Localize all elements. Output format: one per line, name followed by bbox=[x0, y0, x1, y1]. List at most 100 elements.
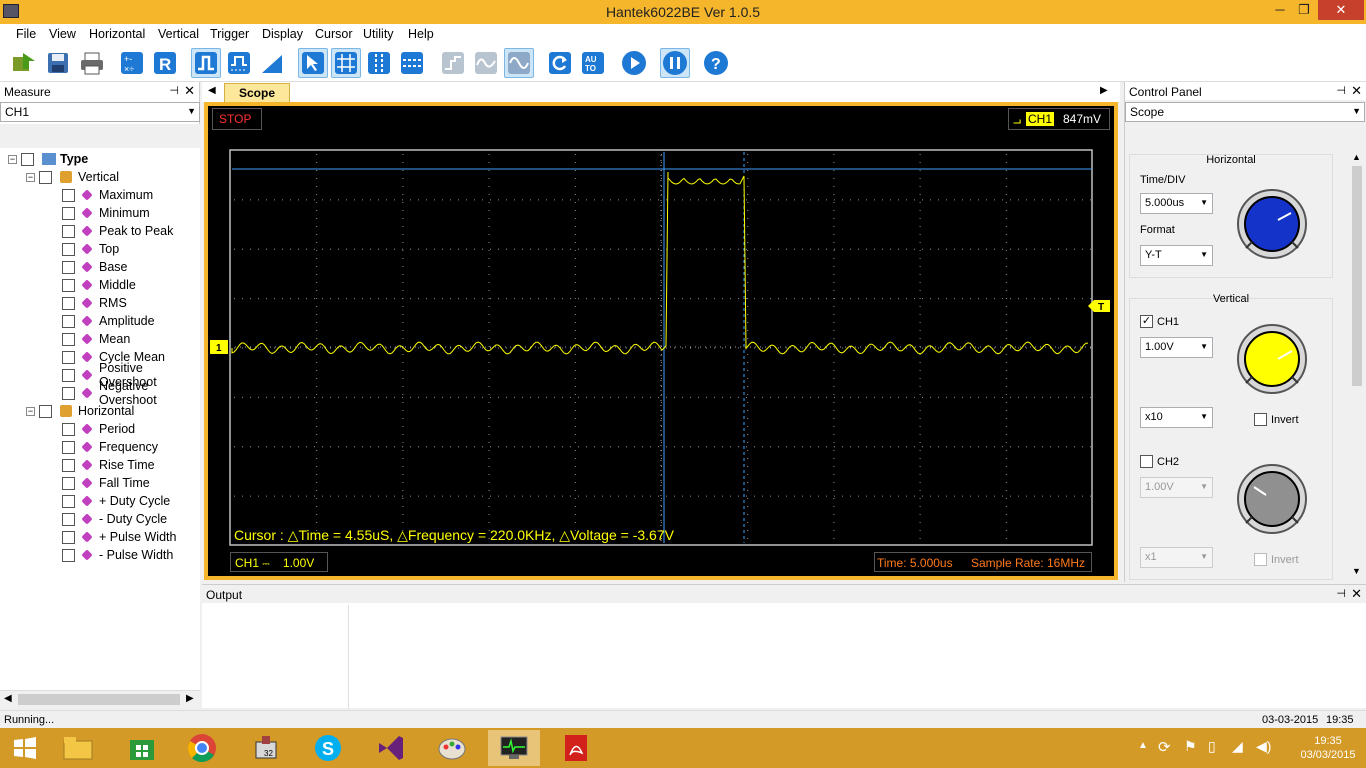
menu-trigger[interactable]: Trigger bbox=[210, 27, 249, 41]
tree-vertical-group[interactable]: − Vertical bbox=[26, 168, 119, 186]
pulse-trigger-icon[interactable] bbox=[224, 48, 254, 78]
checkbox[interactable] bbox=[62, 494, 75, 508]
start-icon[interactable] bbox=[0, 730, 50, 766]
checkbox[interactable] bbox=[62, 314, 75, 328]
measure-item[interactable]: Rise Time bbox=[62, 456, 155, 474]
ch1-toggle[interactable]: ✓ CH1 bbox=[1140, 315, 1179, 328]
close-icon[interactable]: ✕ bbox=[1351, 586, 1362, 602]
measure-item[interactable]: Base bbox=[62, 258, 128, 276]
ch2-invert-toggle[interactable]: Invert bbox=[1254, 553, 1299, 566]
cursor-select-icon[interactable] bbox=[298, 48, 328, 78]
pin-icon[interactable]: ⊣ bbox=[169, 84, 179, 97]
ch1-invert-toggle[interactable]: Invert bbox=[1254, 413, 1299, 426]
measure-item[interactable]: Maximum bbox=[62, 186, 153, 204]
open-icon[interactable] bbox=[9, 48, 39, 78]
checkbox[interactable] bbox=[62, 440, 75, 454]
tree-root[interactable]: − Type bbox=[8, 150, 88, 168]
ch2-probe-select[interactable]: x1 ▼ bbox=[1140, 547, 1213, 568]
checkbox[interactable] bbox=[62, 188, 75, 202]
visual-studio-icon[interactable] bbox=[364, 730, 416, 766]
checkbox[interactable] bbox=[39, 170, 52, 184]
tab-scroll-right-icon[interactable]: ▶ bbox=[1100, 85, 1108, 96]
auto-icon[interactable]: AU TO bbox=[578, 48, 608, 78]
checkbox[interactable] bbox=[62, 422, 75, 436]
control-mode-select[interactable]: Scope ▼ bbox=[1125, 102, 1365, 122]
chrome-icon[interactable] bbox=[176, 730, 228, 766]
checkbox[interactable] bbox=[62, 476, 75, 490]
slope-icon[interactable] bbox=[257, 48, 287, 78]
skype-icon[interactable]: S bbox=[302, 730, 354, 766]
measure-item[interactable]: Peak to Peak bbox=[62, 222, 173, 240]
help-icon[interactable]: ? bbox=[701, 48, 731, 78]
scroll-thumb[interactable] bbox=[18, 694, 180, 705]
sine-dim-icon[interactable] bbox=[471, 48, 501, 78]
checkbox[interactable] bbox=[39, 404, 52, 418]
horizontal-cursor-icon[interactable] bbox=[397, 48, 427, 78]
ch2-volt-select[interactable]: 1.00V ▼ bbox=[1140, 477, 1213, 498]
measure-item[interactable]: Frequency bbox=[62, 438, 158, 456]
print-icon[interactable] bbox=[77, 48, 107, 78]
measure-item[interactable]: Mean bbox=[62, 330, 130, 348]
checkbox[interactable] bbox=[62, 386, 75, 400]
reference-icon[interactable]: R bbox=[150, 48, 180, 78]
signal-icon[interactable]: ◢ bbox=[1232, 738, 1243, 755]
close-icon[interactable]: ✕ bbox=[184, 83, 195, 99]
paint-icon[interactable] bbox=[426, 730, 478, 766]
checkbox[interactable] bbox=[62, 458, 75, 472]
flag-icon[interactable]: ⚑ bbox=[1184, 738, 1197, 755]
measure-item[interactable]: - Pulse Width bbox=[62, 546, 173, 564]
measure-channel-select[interactable]: CH1 ▼ bbox=[0, 102, 200, 122]
ch1-checkbox[interactable]: ✓ bbox=[1140, 315, 1153, 328]
pin-icon[interactable]: ⊣ bbox=[1336, 587, 1346, 600]
ch1-volt-select[interactable]: 1.00V ▼ bbox=[1140, 337, 1213, 358]
checkbox[interactable] bbox=[62, 296, 75, 310]
checkbox[interactable] bbox=[1254, 413, 1267, 426]
close-icon[interactable]: ✕ bbox=[1351, 83, 1362, 99]
checkbox[interactable] bbox=[62, 512, 75, 526]
measure-item[interactable]: Fall Time bbox=[62, 474, 150, 492]
checkbox[interactable] bbox=[62, 530, 75, 544]
checkbox[interactable] bbox=[62, 350, 75, 364]
menu-view[interactable]: View bbox=[49, 27, 76, 41]
measure-item[interactable]: Top bbox=[62, 240, 119, 258]
measure-item[interactable]: Minimum bbox=[62, 204, 150, 222]
refresh-icon[interactable] bbox=[545, 48, 575, 78]
scroll-up-icon[interactable]: ▲ bbox=[1352, 152, 1361, 162]
collapse-icon[interactable]: − bbox=[26, 172, 35, 182]
ch2-checkbox[interactable] bbox=[1140, 455, 1153, 468]
checkbox[interactable] bbox=[62, 206, 75, 220]
pin-icon[interactable]: ⊣ bbox=[1336, 84, 1346, 97]
menu-utility[interactable]: Utility bbox=[363, 27, 394, 41]
measure-item[interactable]: RMS bbox=[62, 294, 127, 312]
save-icon[interactable] bbox=[43, 48, 73, 78]
taskbar-clock[interactable]: 19:35 03/03/2015 bbox=[1290, 734, 1366, 762]
measure-item[interactable]: Negative Overshoot bbox=[62, 379, 200, 407]
rising-edge-icon[interactable] bbox=[191, 48, 221, 78]
ch2-volt-knob[interactable] bbox=[1236, 463, 1308, 535]
format-select[interactable]: Y-T ▼ bbox=[1140, 245, 1213, 266]
pdf-reader-icon[interactable] bbox=[550, 730, 602, 766]
timebase-knob[interactable] bbox=[1236, 188, 1308, 260]
show-hidden-icons[interactable]: ▲ bbox=[1138, 740, 1148, 751]
waveform-canvas[interactable]: 1 T bbox=[208, 106, 1114, 576]
menu-help[interactable]: Help bbox=[408, 27, 434, 41]
menu-vertical[interactable]: Vertical bbox=[158, 27, 199, 41]
scroll-down-icon[interactable]: ▼ bbox=[1352, 566, 1361, 576]
checkbox[interactable] bbox=[62, 224, 75, 238]
scroll-left-icon[interactable]: ◀ bbox=[4, 693, 12, 704]
explorer-icon[interactable] bbox=[52, 730, 104, 766]
math-icon[interactable]: +- ×÷ bbox=[117, 48, 147, 78]
measure-item[interactable]: Amplitude bbox=[62, 312, 155, 330]
checkbox[interactable] bbox=[62, 368, 75, 382]
checkbox[interactable] bbox=[62, 260, 75, 274]
grid-icon[interactable] bbox=[331, 48, 361, 78]
tab-scope[interactable]: Scope bbox=[224, 83, 290, 102]
menu-horizontal[interactable]: Horizontal bbox=[89, 27, 145, 41]
network-sync-icon[interactable]: ⟳ bbox=[1158, 738, 1171, 756]
app32-icon[interactable]: 32 bbox=[240, 730, 292, 766]
store-icon[interactable] bbox=[116, 730, 168, 766]
checkbox[interactable] bbox=[62, 242, 75, 256]
ch1-probe-select[interactable]: x10 ▼ bbox=[1140, 407, 1213, 428]
volume-icon[interactable]: ◀) bbox=[1256, 738, 1271, 755]
timediv-select[interactable]: 5.000us ▼ bbox=[1140, 193, 1213, 214]
